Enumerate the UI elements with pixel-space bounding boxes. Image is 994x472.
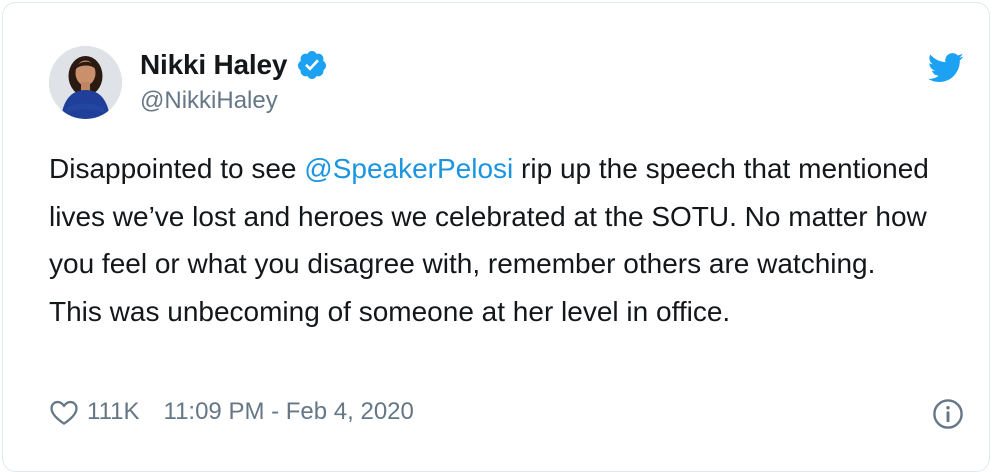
tweet-text: Disappointed to see @SpeakerPelosi rip u… [49, 145, 929, 335]
author-name[interactable]: Nikki Haley [140, 49, 287, 81]
tweet-footer: 111K 11:09 PM - Feb 4, 2020 [49, 396, 414, 428]
tweet-text-start: Disappointed to see [49, 153, 305, 184]
verified-badge-icon [298, 51, 327, 79]
like-button[interactable]: 111K [49, 398, 140, 426]
tweet-card: Nikki Haley @NikkiHaley Disappointed to … [2, 2, 990, 472]
avatar[interactable] [49, 46, 122, 119]
heart-icon [50, 400, 78, 425]
timestamp-link[interactable]: 11:09 PM - Feb 4, 2020 [164, 398, 414, 426]
avatar-photo [49, 46, 122, 119]
author-handle[interactable]: @NikkiHaley [140, 87, 278, 115]
author-name-row: Nikki Haley [140, 45, 328, 85]
mention-link[interactable]: @SpeakerPelosi [304, 153, 513, 184]
twitter-bird-icon[interactable] [928, 53, 964, 83]
like-count: 111K [87, 398, 140, 425]
info-icon[interactable] [932, 398, 964, 430]
